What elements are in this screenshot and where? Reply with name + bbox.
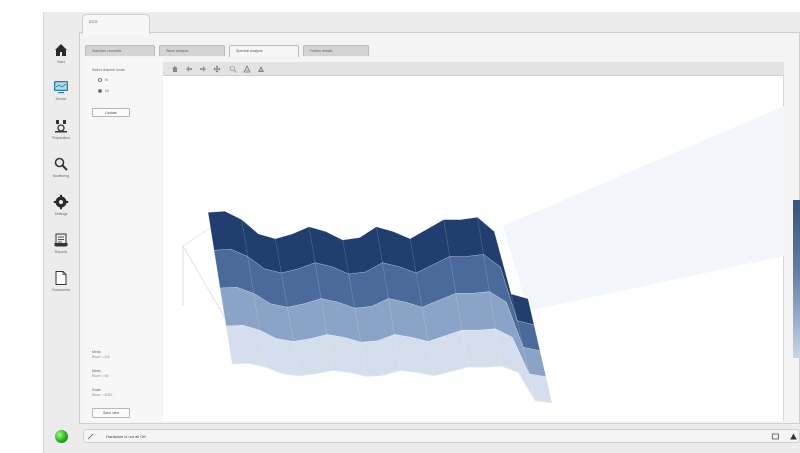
radio-button[interactable] <box>98 78 102 82</box>
zoom-icon <box>229 65 237 73</box>
stat-scale: Scale Rcorr = 4000 <box>92 388 112 398</box>
x-axis-line <box>182 225 214 247</box>
nav-item-reports[interactable]: Reports <box>45 230 77 264</box>
radio-channel-mode-2[interactable]: I/II <box>98 89 109 93</box>
status-arrow-icon <box>87 433 94 440</box>
window-icon[interactable] <box>772 433 779 440</box>
options-panel: Select channel mode I/I I/II Update Mean… <box>84 58 162 422</box>
nav-label: Documents <box>52 288 70 292</box>
forward-arrow-icon <box>200 66 206 72</box>
electrodes-icon <box>55 120 67 133</box>
document-icon <box>55 271 67 285</box>
pan-icon <box>213 65 221 73</box>
nav-label: Device <box>55 97 67 101</box>
nav-item-preparation[interactable]: Preparation <box>45 116 77 150</box>
sidebar-nav: Start Device Preparation Monitoring Sett… <box>43 40 79 420</box>
toolbar-pan-button[interactable] <box>213 65 221 73</box>
magnifier-icon <box>54 157 68 171</box>
tab-further-details[interactable]: Further details <box>303 45 369 56</box>
tab-wave-analysis[interactable]: Wave analysis <box>159 45 225 56</box>
stat-value: Rcorr = 45 <box>92 374 109 378</box>
nav-label: Settings <box>54 212 68 216</box>
toolbar-back-button[interactable] <box>185 65 193 73</box>
radio-button[interactable] <box>98 89 102 93</box>
status-bar: Hardware is not all OK <box>83 429 800 443</box>
stat-value: Rcorr = 4000 <box>92 393 113 397</box>
monitor-icon <box>54 81 68 94</box>
nav-item-start[interactable]: Start <box>45 40 77 74</box>
tab-spectral-analysis[interactable]: Spectral analysis <box>229 45 299 57</box>
plot-toolbar <box>163 62 784 76</box>
document-tab[interactable]: ECG <box>82 14 150 34</box>
back-arrow-icon <box>186 66 192 72</box>
toolbar-home-button[interactable] <box>171 65 179 73</box>
surface-plot-svg[interactable] <box>163 76 784 421</box>
surface-tail-plane <box>503 106 784 311</box>
toolbar-save-button[interactable] <box>257 65 265 73</box>
stat-label: Mean <box>92 369 101 373</box>
radio-channel-mode-1[interactable]: I/I <box>98 78 108 82</box>
stat-value: Rcorr = 0.6 <box>92 355 110 359</box>
nav-item-documents[interactable]: Documents <box>45 268 77 302</box>
status-message: Hardware is not all OK <box>106 434 147 439</box>
toolbar-forward-button[interactable] <box>199 65 207 73</box>
toolbar-zoom-button[interactable] <box>229 65 237 73</box>
reports-icon <box>54 233 68 247</box>
analysis-tabs: Standard channels Wave analysis Spectral… <box>85 45 373 57</box>
stat-label: Mean <box>92 350 101 354</box>
update-button[interactable]: Update <box>92 108 130 117</box>
gear-icon <box>53 194 69 210</box>
colorbar <box>793 200 800 358</box>
tab-standard-channels[interactable]: Standard channels <box>85 45 155 56</box>
warning-icon[interactable] <box>790 433 797 440</box>
stat-mean-1: Mean Rcorr = 0.6 <box>92 350 109 360</box>
nav-label: Monitoring <box>52 174 70 178</box>
nav-label: Reports <box>54 250 68 254</box>
spectral-surface-plot[interactable] <box>163 76 784 421</box>
radio-label: I/II <box>105 89 109 93</box>
hardware-status-led <box>55 430 68 443</box>
home-icon <box>172 66 178 72</box>
nav-item-device[interactable]: Device <box>45 77 77 111</box>
save-view-button[interactable]: Save view <box>92 408 130 418</box>
home-icon <box>55 44 67 56</box>
channel-mode-title: Select channel mode <box>92 68 125 72</box>
nav-item-monitoring[interactable]: Monitoring <box>45 154 77 188</box>
save-icon <box>258 66 264 72</box>
configure-icon <box>243 65 251 73</box>
stat-mean-2: Mean Rcorr = 45 <box>92 369 108 379</box>
nav-item-settings[interactable]: Settings <box>45 192 77 226</box>
radio-label: I/I <box>105 78 108 82</box>
toolbar-configure-button[interactable] <box>243 65 251 73</box>
stat-label: Scale <box>92 388 101 392</box>
nav-label: Preparation <box>51 136 71 140</box>
nav-label: Start <box>57 60 65 64</box>
